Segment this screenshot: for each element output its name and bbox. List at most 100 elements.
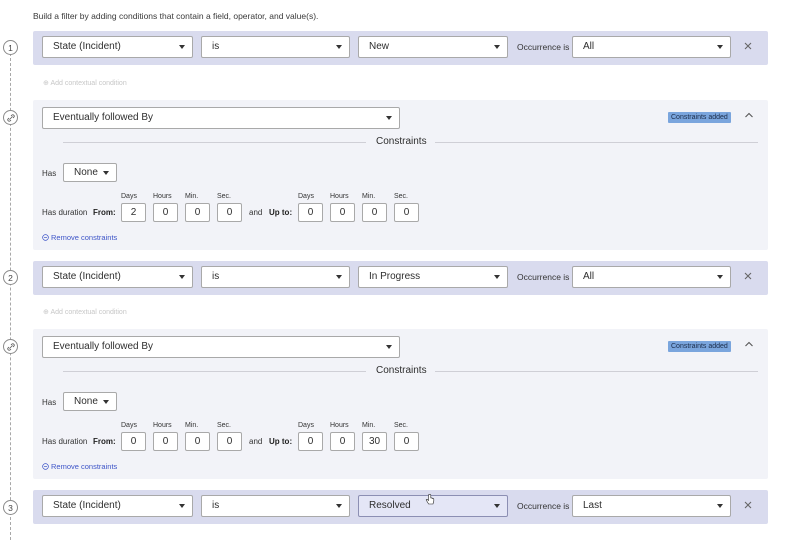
chevron-down-icon xyxy=(717,275,723,279)
chevron-down-icon xyxy=(336,504,342,508)
hand-cursor-icon xyxy=(425,494,435,505)
upto-sec-input[interactable]: 0 xyxy=(394,432,419,451)
operator-select[interactable]: is xyxy=(201,266,350,288)
field-value: State (Incident) xyxy=(53,41,121,52)
unit-hours: Hours xyxy=(330,422,349,429)
relation-select[interactable]: Eventually followed By xyxy=(42,107,400,129)
divider xyxy=(63,371,366,372)
occurrence-select[interactable]: All xyxy=(572,36,731,58)
chevron-down-icon xyxy=(103,400,109,404)
from-hours-input[interactable]: 0 xyxy=(153,203,178,222)
chevron-down-icon xyxy=(494,504,500,508)
remove-condition-button[interactable] xyxy=(742,499,754,511)
constraint-panel-1: Eventually followed By Constraints added… xyxy=(33,100,768,250)
constraints-title: Constraints xyxy=(376,136,427,147)
has-value: None xyxy=(74,167,98,178)
occurrence-label: Occurrence is xyxy=(517,42,570,52)
from-label: From: xyxy=(93,437,116,446)
link-icon xyxy=(3,339,18,354)
minus-circle-icon xyxy=(42,463,49,470)
upto-min-input[interactable]: 0 xyxy=(362,203,387,222)
has-value: None xyxy=(74,396,98,407)
occurrence-select[interactable]: All xyxy=(572,266,731,288)
value-select[interactable]: In Progress xyxy=(358,266,508,288)
field-select[interactable]: State (Incident) xyxy=(42,266,193,288)
collapse-button[interactable] xyxy=(744,111,754,119)
upto-days-input[interactable]: 0 xyxy=(298,203,323,222)
operator-select[interactable]: is xyxy=(201,36,350,58)
relation-value: Eventually followed By xyxy=(53,341,154,352)
remove-condition-button[interactable] xyxy=(742,40,754,52)
collapse-button[interactable] xyxy=(744,340,754,348)
upto-days-input[interactable]: 0 xyxy=(298,432,323,451)
from-label: From: xyxy=(93,208,116,217)
constraints-title: Constraints xyxy=(376,365,427,376)
relation-select[interactable]: Eventually followed By xyxy=(42,336,400,358)
operator-value: is xyxy=(212,500,220,511)
close-icon xyxy=(744,272,752,280)
condition-row-1: State (Incident) is New Occurrence is Al… xyxy=(33,31,768,65)
has-select[interactable]: None xyxy=(63,163,117,182)
remove-constraints-label: Remove constraints xyxy=(51,233,118,242)
close-icon xyxy=(744,42,752,50)
step-number-2: 2 xyxy=(3,270,18,285)
remove-constraints-link[interactable]: Remove constraints xyxy=(42,462,117,471)
from-hours-input[interactable]: 0 xyxy=(153,432,178,451)
field-select[interactable]: State (Incident) xyxy=(42,495,193,517)
chevron-up-icon xyxy=(745,112,753,118)
operator-value: is xyxy=(212,41,220,52)
step-number-3: 3 xyxy=(3,500,18,515)
from-days-input[interactable]: 0 xyxy=(121,432,146,451)
upto-hours-input[interactable]: 0 xyxy=(330,432,355,451)
occurrence-select[interactable]: Last xyxy=(572,495,731,517)
chevron-down-icon xyxy=(717,45,723,49)
chevron-down-icon xyxy=(717,504,723,508)
add-contextual-label: Add contextual condition xyxy=(50,309,127,316)
chevron-down-icon xyxy=(386,345,392,349)
chevron-down-icon xyxy=(179,275,185,279)
upto-sec-input[interactable]: 0 xyxy=(394,203,419,222)
unit-hours: Hours xyxy=(153,193,172,200)
operator-value: is xyxy=(212,271,220,282)
value-value: In Progress xyxy=(369,271,421,282)
operator-select[interactable]: is xyxy=(201,495,350,517)
add-contextual-condition-link[interactable]: ⊕ Add contextual condition xyxy=(43,308,127,316)
has-select[interactable]: None xyxy=(63,392,117,411)
remove-constraints-link[interactable]: Remove constraints xyxy=(42,233,117,242)
chevron-down-icon xyxy=(336,45,342,49)
from-sec-input[interactable]: 0 xyxy=(217,203,242,222)
remove-constraints-label: Remove constraints xyxy=(51,462,118,471)
from-sec-input[interactable]: 0 xyxy=(217,432,242,451)
field-value: State (Incident) xyxy=(53,500,121,511)
from-min-input[interactable]: 0 xyxy=(185,203,210,222)
upto-min-input[interactable]: 30 xyxy=(362,432,387,451)
field-select[interactable]: State (Incident) xyxy=(42,36,193,58)
has-label: Has xyxy=(42,398,57,407)
occurrence-value: Last xyxy=(583,500,602,511)
add-contextual-condition-link[interactable]: ⊕ Add contextual condition xyxy=(43,79,127,87)
occurrence-value: All xyxy=(583,271,595,282)
divider xyxy=(435,371,758,372)
and-label: and xyxy=(249,437,263,446)
upto-hours-input[interactable]: 0 xyxy=(330,203,355,222)
chevron-down-icon xyxy=(179,45,185,49)
from-days-input[interactable]: 2 xyxy=(121,203,146,222)
remove-condition-button[interactable] xyxy=(742,270,754,282)
value-select[interactable]: New xyxy=(358,36,508,58)
occurrence-label: Occurrence is xyxy=(517,501,570,511)
intro-text: Build a filter by adding conditions that… xyxy=(33,11,319,21)
constraints-added-badge: Constraints added xyxy=(668,112,731,123)
unit-hours: Hours xyxy=(330,193,349,200)
unit-days: Days xyxy=(121,422,137,429)
duration-label: Has duration xyxy=(42,437,88,446)
divider xyxy=(63,142,366,143)
unit-days: Days xyxy=(298,422,314,429)
unit-sec: Sec. xyxy=(217,193,232,200)
upto-label: Up to: xyxy=(269,437,293,446)
from-min-input[interactable]: 0 xyxy=(185,432,210,451)
unit-min: Min. xyxy=(185,193,199,200)
occurrence-label: Occurrence is xyxy=(517,272,570,282)
and-label: and xyxy=(249,208,263,217)
chevron-down-icon xyxy=(494,275,500,279)
condition-row-3: State (Incident) is Resolved Occurrence … xyxy=(33,490,768,524)
